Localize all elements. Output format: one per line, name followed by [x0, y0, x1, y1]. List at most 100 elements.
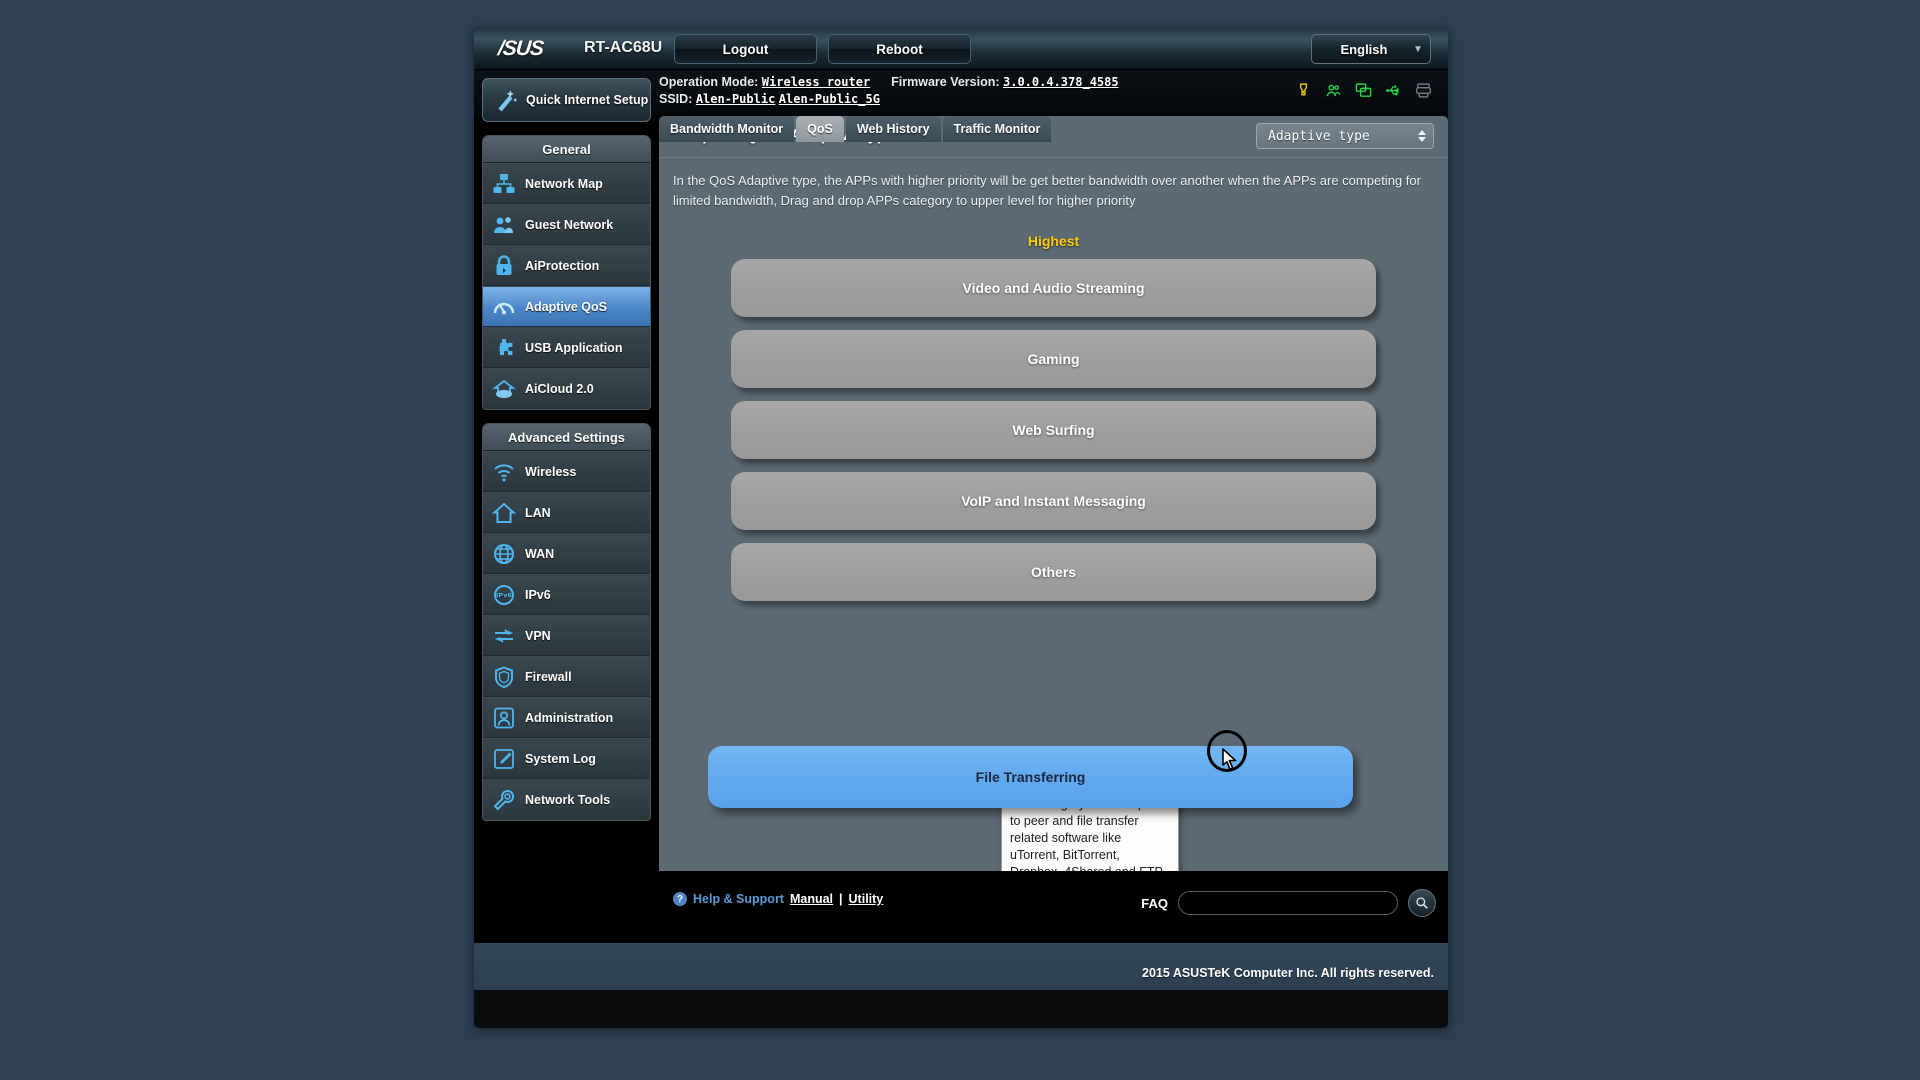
- top-bar: /SUS RT-AC68U Logout Reboot English ▼: [474, 28, 1448, 70]
- category-voip-instant-messaging[interactable]: VoIP and Instant Messaging: [731, 472, 1376, 530]
- page-description: In the QoS Adaptive type, the APPs with …: [673, 173, 1421, 208]
- sidebar-group-advanced: Advanced Settings Wireless LAN WAN IPv6 …: [482, 423, 651, 821]
- operation-mode-value[interactable]: Wireless router: [762, 75, 870, 89]
- bottom-strip: 2015 ASUSTeK Computer Inc. All rights re…: [474, 943, 1448, 990]
- lock-icon: [496, 254, 512, 275]
- svg-text:IPv6: IPv6: [496, 591, 512, 599]
- printer-icon[interactable]: [1415, 82, 1432, 99]
- ssid-label: SSID:: [659, 92, 693, 106]
- network-map-icon: [493, 173, 515, 193]
- sidebar-item-aicloud[interactable]: AiCloud 2.0: [483, 368, 650, 409]
- sidebar-item-label: AiCloud 2.0: [525, 382, 594, 396]
- reboot-button[interactable]: Reboot: [828, 34, 971, 64]
- cloud-home-icon: [492, 379, 516, 398]
- sidebar-item-label: Guest Network: [525, 217, 614, 232]
- tab-traffic-monitor[interactable]: Traffic Monitor: [942, 116, 1052, 142]
- user-admin-icon: [494, 707, 514, 728]
- quick-internet-setup-button[interactable]: Quick Internet Setup: [482, 78, 651, 122]
- sidebar-item-label: USB Application: [525, 340, 623, 355]
- usb-icon[interactable]: [1385, 82, 1402, 99]
- asus-logo: /SUS: [496, 37, 545, 60]
- copyright-text: 2015 ASUSTeK Computer Inc. All rights re…: [1142, 966, 1434, 980]
- sidebar-item-label: System Log: [525, 751, 596, 766]
- faq-search-input[interactable]: [1179, 892, 1397, 914]
- category-web-surfing[interactable]: Web Surfing: [731, 401, 1376, 459]
- utility-link[interactable]: Utility: [849, 892, 884, 906]
- wifi-icon: [494, 463, 514, 482]
- sidebar-item-label: Administration: [525, 710, 614, 725]
- sidebar-group-advanced-title: Advanced Settings: [483, 424, 650, 451]
- sidebar-item-lan[interactable]: LAN: [483, 492, 650, 533]
- sidebar-item-label: Adaptive QoS: [525, 299, 607, 314]
- priority-category-list: Video and Audio Streaming Gaming Web Sur…: [659, 259, 1448, 871]
- sidebar-item-adaptive-qos[interactable]: Adaptive QoS: [483, 286, 650, 327]
- operation-mode-line: Operation Mode: Wireless router Firmware…: [659, 75, 1119, 89]
- screen: /SUS RT-AC68U Logout Reboot English ▼ Op…: [0, 0, 1920, 1080]
- tab-qos[interactable]: QoS: [796, 116, 844, 142]
- alert-icon[interactable]: [1295, 82, 1312, 99]
- qos-type-select[interactable]: Adaptive type: [1256, 123, 1434, 149]
- stepper-arrows-icon: [1411, 130, 1433, 142]
- faq-label: FAQ: [1141, 895, 1168, 911]
- wrench-icon: [493, 789, 515, 811]
- sidebar-item-administration[interactable]: Administration: [483, 697, 650, 738]
- vpn-arrows-icon: [495, 628, 513, 643]
- help-support-group: ? Help & Support Manual | Utility: [673, 892, 883, 906]
- faq-search-input-wrap[interactable]: [1178, 891, 1398, 915]
- sidebar-item-vpn[interactable]: VPN: [483, 615, 650, 656]
- ssid-value-5g[interactable]: Alen-Public_5G: [779, 92, 880, 106]
- sidebar-item-ipv6[interactable]: IPv6 IPv6: [483, 574, 650, 615]
- sidebar: Quick Internet Setup General Network Map: [474, 70, 659, 821]
- chevron-down-icon: ▼: [1413, 43, 1423, 55]
- category-others[interactable]: Others: [731, 543, 1376, 601]
- category-gaming[interactable]: Gaming: [731, 330, 1376, 388]
- sidebar-item-label: Network Map: [525, 176, 603, 191]
- firmware-label: Firmware Version:: [891, 75, 1000, 89]
- monitor-icon[interactable]: [1355, 82, 1372, 99]
- question-mark-icon: ?: [673, 892, 687, 906]
- main-panel: Adaptive QoS - Adaptive type Adaptive ty…: [659, 116, 1448, 871]
- operation-mode-label: Operation Mode:: [659, 75, 759, 89]
- ssid-value-24g[interactable]: Alen-Public: [696, 92, 775, 106]
- language-selector[interactable]: English ▼: [1311, 34, 1431, 64]
- qos-type-select-value: Adaptive type: [1268, 128, 1370, 144]
- sidebar-item-label: Wireless: [525, 464, 577, 479]
- logout-button[interactable]: Logout: [674, 34, 817, 64]
- highest-priority-label: Highest: [1027, 233, 1080, 249]
- category-video-audio-streaming[interactable]: Video and Audio Streaming: [731, 259, 1376, 317]
- sidebar-item-aiprotection[interactable]: AiProtection: [483, 245, 650, 286]
- quick-internet-setup-label: Quick Internet Setup: [526, 93, 649, 107]
- sidebar-item-firewall[interactable]: Firewall: [483, 656, 650, 697]
- sidebar-item-label: LAN: [525, 505, 551, 520]
- link-separator: |: [839, 892, 843, 906]
- magic-wand-icon: [498, 90, 518, 112]
- body: Quick Internet Setup General Network Map: [474, 78, 1448, 990]
- router-admin-window: /SUS RT-AC68U Logout Reboot English ▼ Op…: [474, 28, 1448, 1028]
- ipv6-globe-icon: IPv6: [494, 584, 514, 605]
- router-model-label: RT-AC68U: [584, 39, 663, 56]
- faq-search-button[interactable]: [1408, 889, 1436, 917]
- sidebar-item-usb-application[interactable]: USB Application: [483, 327, 650, 368]
- category-file-transferring[interactable]: File Transferring: [708, 746, 1353, 808]
- sidebar-item-system-log[interactable]: System Log: [483, 738, 650, 779]
- status-icon-group: [1295, 82, 1432, 99]
- language-selector-value: English: [1340, 41, 1388, 57]
- footer-links-bar: ? Help & Support Manual | Utility FAQ: [659, 871, 1448, 931]
- globe-icon: [494, 543, 514, 564]
- sidebar-item-network-map[interactable]: Network Map: [483, 163, 650, 204]
- sidebar-item-wireless[interactable]: Wireless: [483, 451, 650, 492]
- sidebar-item-wan[interactable]: WAN: [483, 533, 650, 574]
- sidebar-group-general-title: General: [483, 136, 650, 163]
- ssid-line: SSID: Alen-Public Alen-Public_5G: [659, 92, 880, 106]
- sidebar-item-network-tools[interactable]: Network Tools: [483, 779, 650, 820]
- tab-web-history[interactable]: Web History: [845, 116, 941, 142]
- firmware-value[interactable]: 3.0.0.4.378_4585: [1003, 75, 1119, 89]
- sidebar-item-label: Network Tools: [525, 793, 611, 807]
- sidebar-item-guest-network[interactable]: Guest Network: [483, 204, 650, 245]
- tab-bandwidth-monitor[interactable]: Bandwidth Monitor: [659, 116, 795, 142]
- guest-user-icon[interactable]: [1325, 82, 1342, 99]
- sidebar-item-label: Firewall: [525, 669, 572, 684]
- sidebar-item-label: AiProtection: [525, 258, 600, 273]
- manual-link[interactable]: Manual: [790, 892, 833, 906]
- tab-bar: Bandwidth Monitor QoS Web History Traffi…: [659, 116, 1053, 142]
